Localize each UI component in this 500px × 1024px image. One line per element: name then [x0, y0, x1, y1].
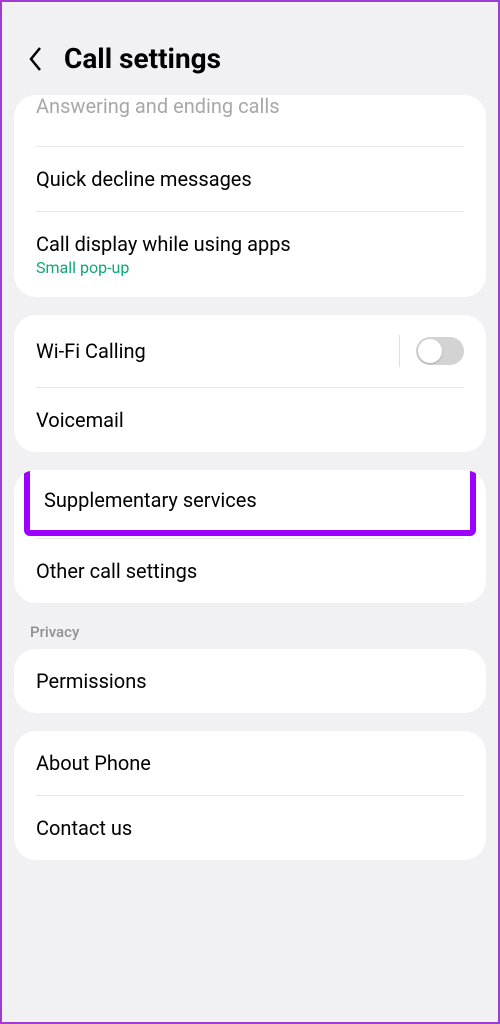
highlight-supplementary: Supplementary services — [24, 470, 476, 536]
item-subtitle: Small pop-up — [36, 258, 464, 277]
item-contact-us[interactable]: Contact us — [14, 796, 486, 860]
section-calling-features: Wi-Fi Calling Voicemail — [14, 315, 486, 452]
section-call-options: Answering and ending calls Quick decline… — [14, 95, 486, 297]
item-label: Wi-Fi Calling — [36, 339, 146, 363]
section-services: Supplementary services Other call settin… — [14, 470, 486, 603]
header: Call settings — [2, 2, 498, 95]
item-label: Call display while using apps — [36, 232, 464, 256]
page-title: Call settings — [64, 42, 221, 75]
toggle-separator — [399, 335, 400, 367]
item-label: Voicemail — [36, 408, 464, 432]
item-permissions[interactable]: Permissions — [14, 649, 486, 713]
section-about: About Phone Contact us — [14, 731, 486, 860]
item-supplementary-services[interactable]: Supplementary services — [30, 470, 470, 530]
item-answering-ending[interactable]: Answering and ending calls — [14, 95, 486, 146]
item-label: Answering and ending calls — [36, 95, 464, 118]
item-quick-decline[interactable]: Quick decline messages — [14, 147, 486, 211]
item-label: Quick decline messages — [36, 167, 464, 191]
item-label: Contact us — [36, 816, 464, 840]
back-icon[interactable] — [26, 49, 46, 69]
item-label: Supplementary services — [44, 488, 456, 512]
item-label: About Phone — [36, 751, 464, 775]
section-header-privacy: Privacy — [2, 621, 498, 649]
item-label: Permissions — [36, 669, 464, 693]
toggle-wrap — [399, 335, 464, 367]
item-voicemail[interactable]: Voicemail — [14, 388, 486, 452]
item-other-call-settings[interactable]: Other call settings — [14, 539, 486, 603]
item-label: Other call settings — [36, 559, 464, 583]
toggle-knob — [418, 339, 442, 363]
wifi-calling-toggle[interactable] — [416, 337, 464, 365]
section-privacy: Permissions — [14, 649, 486, 713]
item-about-phone[interactable]: About Phone — [14, 731, 486, 795]
item-call-display[interactable]: Call display while using apps Small pop-… — [14, 212, 486, 297]
item-wifi-calling[interactable]: Wi-Fi Calling — [14, 315, 486, 387]
